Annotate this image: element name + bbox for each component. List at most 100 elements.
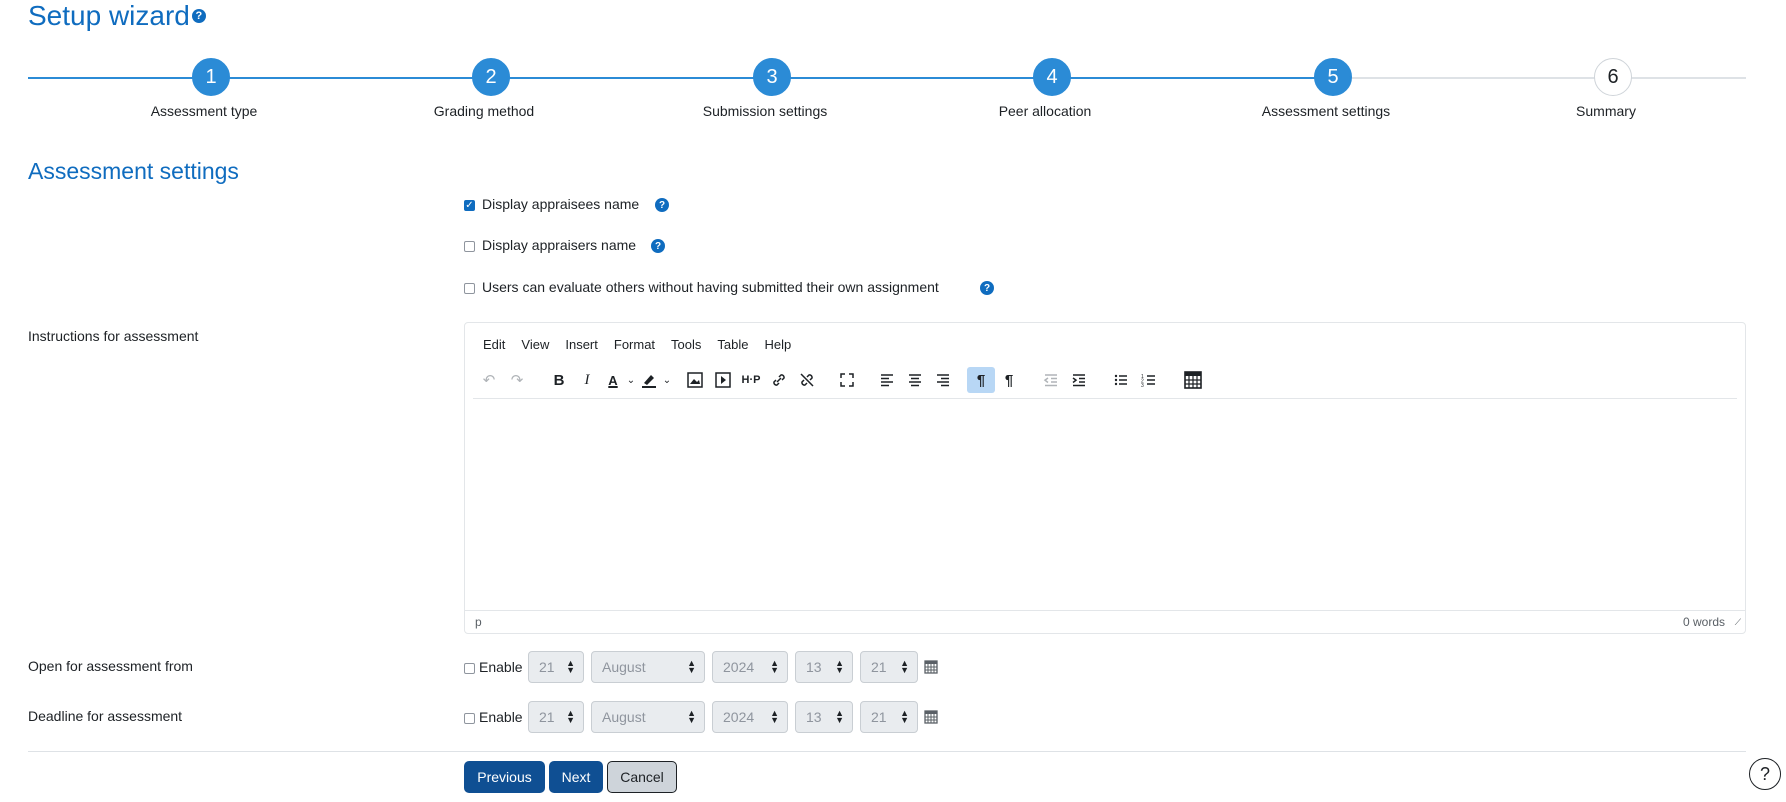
rtl-paragraph-icon[interactable]: ¶ (995, 367, 1023, 393)
italic-icon[interactable]: I (573, 367, 601, 393)
deadline-date-selector: Enable 21 ▲ ▼ August ▲ ▼ 2024 ▲ ▼ 13 ▲ ▼ 21 ▲ ▼ (464, 701, 964, 733)
open-from-enable-checkbox[interactable] (464, 663, 475, 674)
align-center-icon[interactable] (901, 367, 929, 393)
element-path[interactable]: p (475, 615, 482, 629)
deadline-year-value: 2024 (723, 709, 755, 725)
step-1-circle[interactable]: 1 (192, 58, 230, 96)
align-right-icon[interactable] (929, 367, 957, 393)
question-icon[interactable]: ? (980, 281, 994, 295)
display-appraisees-label: Display appraisees name (482, 196, 640, 212)
sort-arrows-icon: ▲ ▼ (566, 708, 575, 725)
evaluate-without-submission-label: Users can evaluate others without having… (482, 279, 939, 295)
form-divider (28, 751, 1746, 752)
undo-icon[interactable]: ↶ (475, 367, 503, 393)
menu-tools[interactable]: Tools (671, 337, 701, 352)
rich-text-editor[interactable]: Edit View Insert Format Tools Table Help… (464, 322, 1746, 634)
fullscreen-icon[interactable] (833, 367, 861, 393)
display-appraisees-checkbox[interactable]: ✓ (464, 200, 475, 211)
stepper-remaining-line (1346, 77, 1746, 79)
deadline-year-select[interactable]: 2024 ▲ ▼ (712, 701, 788, 733)
open-from-minute-select[interactable]: 21 ▲ ▼ (860, 651, 918, 683)
deadline-hour-value: 13 (806, 709, 822, 725)
step-1-label: Assessment type (150, 103, 258, 119)
open-from-day-value: 21 (539, 659, 555, 675)
open-from-day-select[interactable]: 21 ▲ ▼ (528, 651, 584, 683)
menu-help[interactable]: Help (764, 337, 791, 352)
menu-edit[interactable]: Edit (483, 337, 505, 352)
align-left-icon[interactable] (873, 367, 901, 393)
h5p-icon[interactable]: H·P (737, 367, 765, 393)
open-from-label: Open for assessment from (28, 658, 193, 674)
menu-view[interactable]: View (521, 337, 549, 352)
open-from-month-select[interactable]: August ▲ ▼ (591, 651, 705, 683)
open-from-hour-select[interactable]: 13 ▲ ▼ (795, 651, 853, 683)
cancel-button[interactable]: Cancel (607, 761, 677, 793)
step-2-label: Grading method (433, 103, 535, 119)
ltr-paragraph-icon[interactable]: ¶ (967, 367, 995, 393)
calendar-icon[interactable] (924, 709, 938, 729)
outdent-icon[interactable] (1037, 367, 1065, 393)
question-icon[interactable]: ? (651, 239, 665, 253)
highlight-color-icon[interactable] (637, 367, 661, 393)
step-5-label: Assessment settings (1261, 103, 1391, 119)
open-from-year-value: 2024 (723, 659, 755, 675)
unlink-icon[interactable] (793, 367, 821, 393)
calculator-icon[interactable] (1179, 367, 1207, 393)
floating-help-button[interactable]: ? (1749, 758, 1781, 790)
menu-format[interactable]: Format (614, 337, 655, 352)
help-icon[interactable]: ? (191, 9, 206, 23)
media-icon[interactable] (709, 367, 737, 393)
step-5-circle[interactable]: 5 (1314, 58, 1352, 96)
step-3-label: Submission settings (702, 103, 828, 119)
menu-insert[interactable]: Insert (565, 337, 598, 352)
evaluate-without-submission-checkbox[interactable] (464, 283, 475, 294)
step-2-circle[interactable]: 2 (472, 58, 510, 96)
svg-text:3: 3 (1141, 383, 1144, 388)
deadline-minute-value: 21 (871, 709, 887, 725)
deadline-enable-checkbox[interactable] (464, 713, 475, 724)
open-from-month-value: August (602, 659, 646, 675)
text-color-icon[interactable]: A (601, 367, 625, 393)
deadline-hour-select[interactable]: 13 ▲ ▼ (795, 701, 853, 733)
deadline-month-select[interactable]: August ▲ ▼ (591, 701, 705, 733)
deadline-month-value: August (602, 709, 646, 725)
open-from-date-selector: Enable 21 ▲ ▼ August ▲ ▼ 2024 ▲ ▼ 13 ▲ ▼ 21 ▲ ▼ (464, 651, 964, 683)
image-icon[interactable] (681, 367, 709, 393)
step-3-circle[interactable]: 3 (753, 58, 791, 96)
page-title: Setup wizard ? (28, 0, 206, 32)
sort-arrows-icon: ▲ ▼ (770, 658, 779, 675)
indent-icon[interactable] (1065, 367, 1093, 393)
editor-menubar: Edit View Insert Format Tools Table Help (483, 337, 807, 352)
open-from-year-select[interactable]: 2024 ▲ ▼ (712, 651, 788, 683)
resize-handle-icon[interactable]: ⟋ (1735, 617, 1741, 628)
display-appraisers-checkbox[interactable] (464, 241, 475, 252)
deadline-day-value: 21 (539, 709, 555, 725)
step-6-circle[interactable]: 6 (1594, 58, 1632, 96)
editor-statusbar: p 0 words ⟋ (465, 610, 1745, 633)
question-icon[interactable]: ? (655, 198, 669, 212)
numbered-list-icon[interactable]: 123 (1135, 367, 1163, 393)
section-title: Assessment settings (28, 158, 239, 184)
sort-arrows-icon: ▲ ▼ (770, 708, 779, 725)
sort-arrows-icon: ▲ ▼ (835, 658, 844, 675)
step-4-label: Peer allocation (998, 103, 1092, 119)
word-count[interactable]: 0 words (1683, 615, 1725, 629)
bullet-list-icon[interactable] (1107, 367, 1135, 393)
chevron-down-icon[interactable]: ⌄ (661, 367, 673, 393)
editor-toolbar: ↶ ↷ B I A ⌄ ⌄ H·P ¶ ¶ 1 2 3 (475, 365, 1207, 395)
link-icon[interactable] (765, 367, 793, 393)
chevron-down-icon[interactable]: ⌄ (625, 367, 637, 393)
deadline-minute-select[interactable]: 21 ▲ ▼ (860, 701, 918, 733)
sort-arrows-icon: ▲ ▼ (687, 708, 696, 725)
bold-icon[interactable]: B (545, 367, 573, 393)
menu-table[interactable]: Table (717, 337, 748, 352)
calendar-icon[interactable] (924, 659, 938, 679)
step-4-circle[interactable]: 4 (1033, 58, 1071, 96)
instructions-label: Instructions for assessment (28, 328, 199, 344)
previous-button[interactable]: Previous (464, 761, 545, 793)
next-button[interactable]: Next (549, 761, 603, 793)
sort-arrows-icon: ▲ ▼ (835, 708, 844, 725)
open-from-hour-value: 13 (806, 659, 822, 675)
redo-icon[interactable]: ↷ (503, 367, 531, 393)
deadline-day-select[interactable]: 21 ▲ ▼ (528, 701, 584, 733)
